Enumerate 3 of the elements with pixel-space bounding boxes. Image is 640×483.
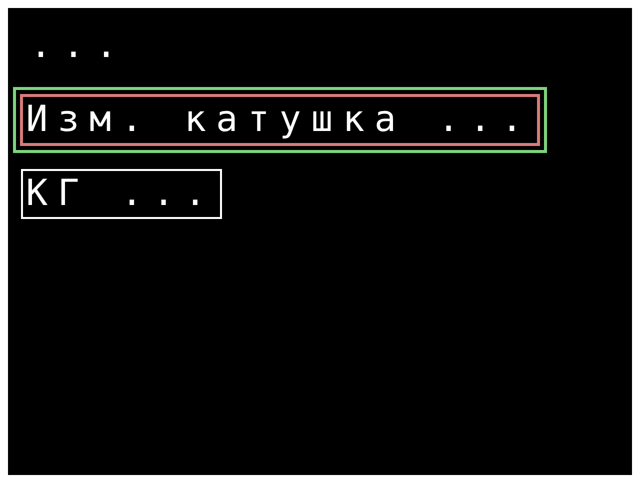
menu-item[interactable]: КГ ...: [21, 169, 222, 219]
menu-item[interactable]: Изм. катушка ...: [20, 94, 540, 146]
back-item[interactable]: ...: [30, 26, 128, 66]
